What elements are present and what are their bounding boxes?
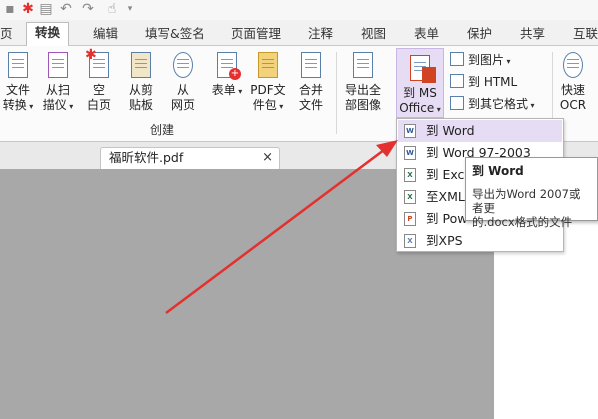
annotation-arrow — [165, 140, 398, 315]
arrow-shaft — [165, 148, 385, 315]
